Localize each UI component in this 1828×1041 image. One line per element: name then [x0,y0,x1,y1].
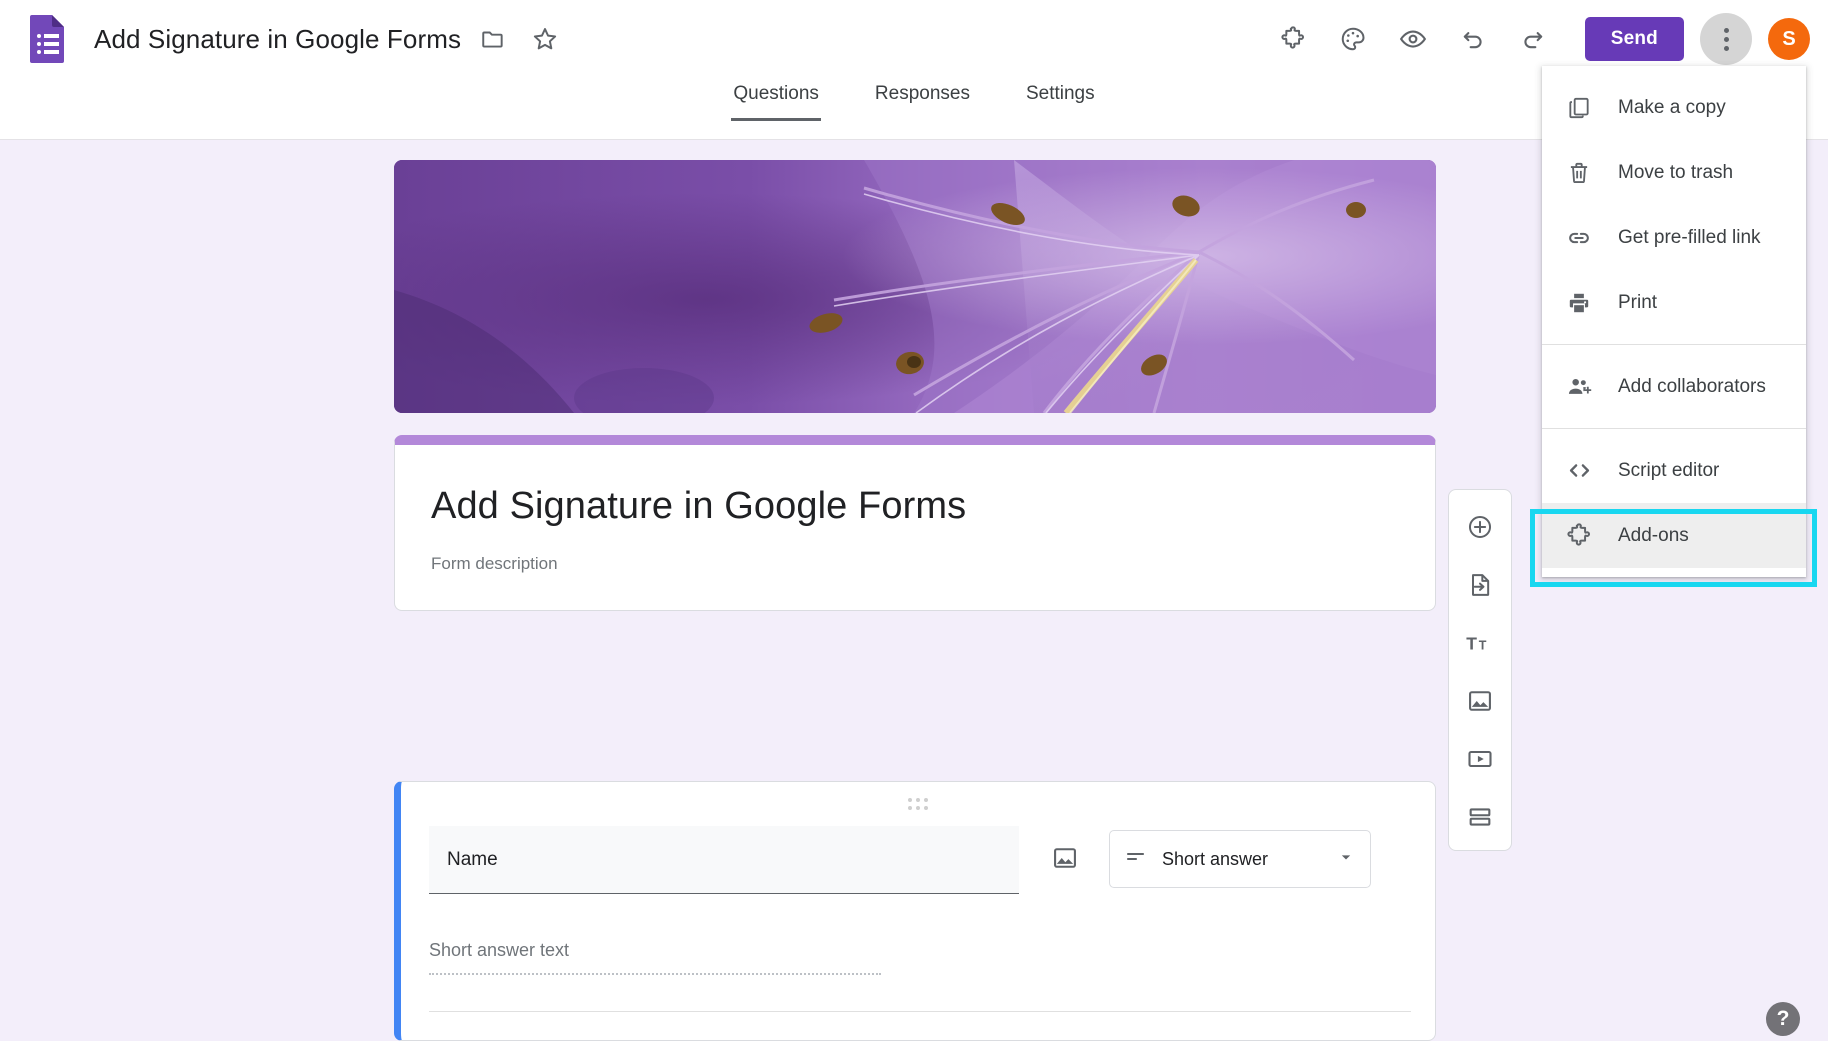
answer-placeholder: Short answer text [429,940,570,960]
short-answer-icon [1124,845,1148,874]
menu-divider [1542,344,1806,345]
addons-icon[interactable] [1269,15,1317,63]
more-options-menu: Make a copy Move to trash Get pre-filled… [1542,66,1806,577]
image-icon[interactable] [1041,834,1089,882]
add-people-icon [1562,370,1596,404]
add-section-icon[interactable] [1457,794,1503,840]
addons-puzzle-icon [1562,519,1596,553]
menu-item-label: Make a copy [1618,96,1726,118]
tab-questions[interactable]: Questions [719,78,833,121]
add-title-icon[interactable]: T T [1457,620,1503,666]
menu-item-label: Move to trash [1618,161,1734,183]
menu-item-print[interactable]: Print [1542,270,1806,335]
form-title-card[interactable]: Add Signature in Google Forms Form descr… [394,435,1436,611]
link-icon [1562,221,1596,255]
more-options-button[interactable] [1700,13,1752,65]
add-video-icon[interactable] [1457,736,1503,782]
question-header-row: Name Short answer [429,826,1411,894]
more-dot [1723,36,1729,42]
menu-item-add-ons[interactable]: Add-ons [1542,503,1806,568]
menu-item-add-collaborators[interactable]: Add collaborators [1542,354,1806,419]
star-icon[interactable] [525,19,565,59]
menu-item-label: Add-ons [1618,524,1689,546]
tab-responses[interactable]: Responses [861,78,984,121]
answer-underline [429,973,881,975]
undo-icon[interactable] [1449,15,1497,63]
menu-item-script-editor[interactable]: Script editor [1542,438,1806,503]
menu-item-make-a-copy[interactable]: Make a copy [1542,75,1806,140]
svg-text:T: T [1479,638,1487,652]
eye-icon[interactable] [1389,15,1437,63]
question-type-label: Short answer [1162,848,1269,869]
folder-icon[interactable] [473,19,513,59]
question-card[interactable]: Name Short answer Short answer text [394,781,1436,1041]
add-image-icon[interactable] [1457,678,1503,724]
tab-settings[interactable]: Settings [1012,78,1109,121]
more-dot [1723,45,1729,51]
import-questions-icon[interactable] [1457,562,1503,608]
add-question-icon[interactable] [1457,504,1503,550]
menu-item-label: Print [1618,291,1658,313]
question-type-dropdown[interactable]: Short answer [1109,830,1371,888]
form-header-image[interactable] [394,160,1436,413]
menu-item-label: Script editor [1618,459,1720,481]
menu-item-get-pre-filled-link[interactable]: Get pre-filled link [1542,205,1806,270]
avatar[interactable]: S [1768,18,1810,60]
code-brackets-icon [1562,454,1596,488]
palette-icon[interactable] [1329,15,1377,63]
document-title[interactable]: Add Signature in Google Forms [94,24,461,55]
form-title[interactable]: Add Signature in Google Forms [431,485,1435,528]
copy-icon [1562,91,1596,125]
redo-icon[interactable] [1509,15,1557,63]
more-dot [1723,27,1729,33]
chevron-down-icon[interactable] [1336,847,1356,872]
send-button[interactable]: Send [1584,17,1684,61]
question-title-input[interactable]: Name [429,826,1019,894]
menu-item-label: Add collaborators [1618,375,1766,397]
trash-icon [1562,156,1596,190]
printer-icon [1562,286,1596,320]
question-footer-divider [429,1011,1411,1012]
form-description[interactable]: Form description [431,554,1435,574]
google-forms-logo-icon[interactable] [28,13,68,65]
drag-handle-icon[interactable] [401,798,1435,810]
menu-item-label: Get pre-filled link [1618,226,1761,248]
menu-divider [1542,428,1806,429]
help-icon[interactable]: ? [1766,1002,1800,1036]
svg-text:T: T [1466,633,1477,653]
add-item-toolbar: T T [1448,489,1512,851]
menu-item-move-to-trash[interactable]: Move to trash [1542,140,1806,205]
